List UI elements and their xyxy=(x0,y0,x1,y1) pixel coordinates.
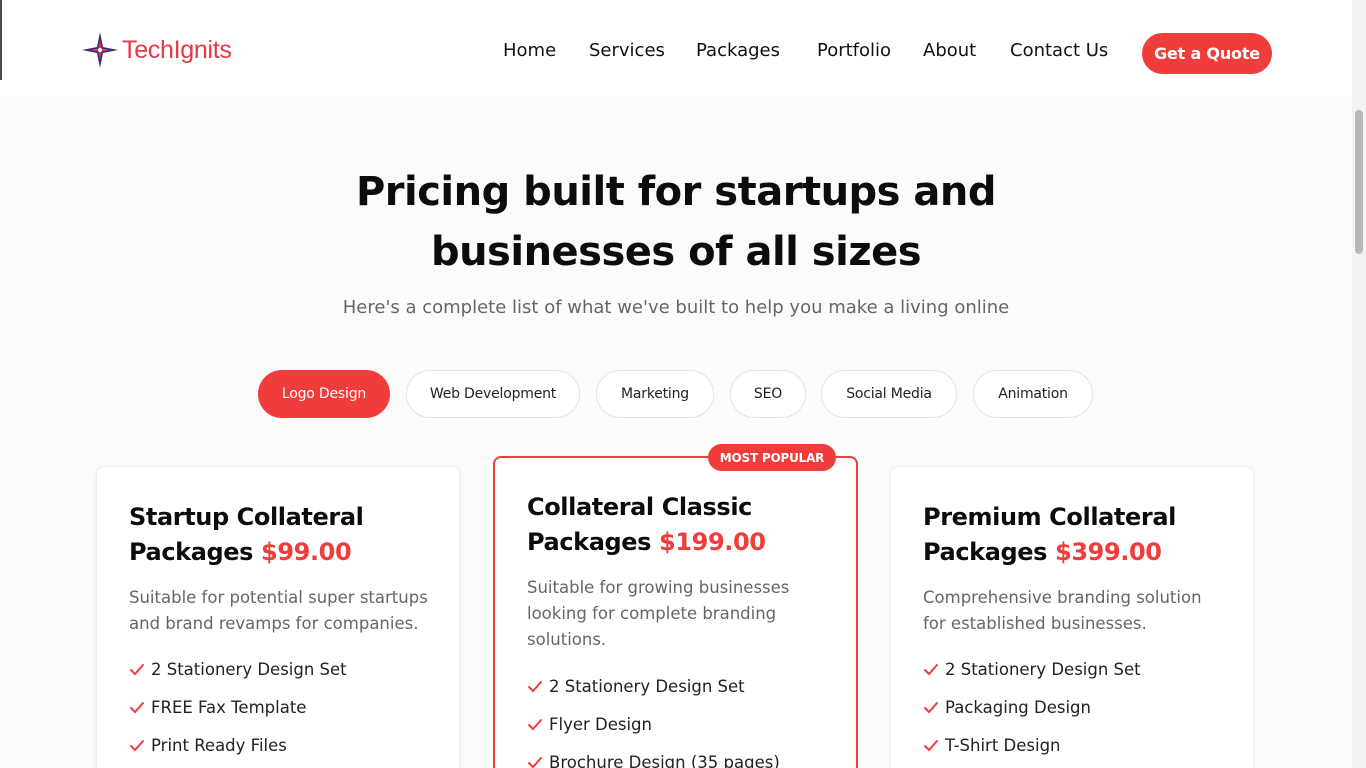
feature-item: Packaging Design xyxy=(923,698,1141,736)
feature-item: 2 Stationery Design Set xyxy=(923,660,1141,698)
page-scrollbar[interactable] xyxy=(1352,0,1366,768)
nav-about[interactable]: About xyxy=(923,40,976,61)
feature-label: Print Ready Files xyxy=(151,736,287,755)
check-icon xyxy=(528,681,542,693)
feature-item: Print Ready Files xyxy=(129,736,347,768)
nav-portfolio[interactable]: Portfolio xyxy=(817,40,891,61)
card-title: Premium Collateral Packages $399.00 xyxy=(923,500,1233,570)
card-title-line-2: Packages xyxy=(129,538,254,566)
tab-animation[interactable]: Animation xyxy=(973,370,1093,418)
check-icon xyxy=(130,702,144,714)
brand-logo[interactable]: TechIgnits xyxy=(80,30,232,70)
card-title-line-1: Startup Collateral xyxy=(129,503,364,531)
tab-seo[interactable]: SEO xyxy=(730,370,806,418)
pricing-card-premium: Premium Collateral Packages $399.00 Comp… xyxy=(890,466,1254,768)
nav-contact-us[interactable]: Contact Us xyxy=(1010,40,1108,61)
feature-label: 2 Stationery Design Set xyxy=(945,660,1141,679)
feature-label: 2 Stationery Design Set xyxy=(151,660,347,679)
card-title-line-2: Packages xyxy=(527,528,652,556)
nav-services[interactable]: Services xyxy=(589,40,665,61)
tab-social-media[interactable]: Social Media xyxy=(821,370,957,418)
card-price: $99.00 xyxy=(261,538,352,566)
feature-label: Flyer Design xyxy=(549,715,652,734)
site-header: TechIgnits Home Services Packages Portfo… xyxy=(0,0,1352,95)
most-popular-badge: MOST POPULAR xyxy=(708,444,836,471)
pricing-card-startup: Startup Collateral Packages $99.00 Suita… xyxy=(96,466,460,768)
card-title-line-1: Premium Collateral xyxy=(923,503,1176,531)
feature-item: 2 Stationery Design Set xyxy=(527,677,780,715)
check-icon xyxy=(130,740,144,752)
card-title: Startup Collateral Packages $99.00 xyxy=(129,500,439,570)
check-icon xyxy=(924,702,938,714)
feature-item: Brochure Design (35 pages) xyxy=(527,753,780,768)
check-icon xyxy=(924,664,938,676)
feature-label: Packaging Design xyxy=(945,698,1091,717)
window-edge xyxy=(0,0,2,80)
nav-home[interactable]: Home xyxy=(503,40,556,61)
feature-list: 2 Stationery Design Set Flyer Design Bro… xyxy=(527,677,780,768)
card-description: Suitable for growing businesses looking … xyxy=(527,578,790,649)
feature-item: FREE Fax Template xyxy=(129,698,347,736)
get-a-quote-button[interactable]: Get a Quote xyxy=(1142,33,1272,74)
feature-list: 2 Stationery Design Set Packaging Design… xyxy=(923,660,1141,768)
tab-web-development[interactable]: Web Development xyxy=(406,370,580,418)
card-title: Collateral Classic Packages $199.00 xyxy=(527,490,837,560)
page-title-line-1: Pricing built for startups and xyxy=(355,169,997,215)
card-description: Comprehensive branding solution for esta… xyxy=(923,588,1202,633)
card-title-line-2: Packages xyxy=(923,538,1048,566)
feature-item: Flyer Design xyxy=(527,715,780,753)
scrollbar-thumb[interactable] xyxy=(1355,110,1363,254)
tab-marketing[interactable]: Marketing xyxy=(596,370,714,418)
check-icon xyxy=(130,664,144,676)
check-icon xyxy=(528,757,542,768)
card-title-line-1: Collateral Classic xyxy=(527,493,752,521)
tab-logo-design[interactable]: Logo Design xyxy=(258,370,390,418)
feature-label: FREE Fax Template xyxy=(151,698,307,717)
feature-label: Brochure Design (35 pages) xyxy=(549,753,780,768)
star-logo-icon xyxy=(82,32,118,68)
brand-name: TechIgnits xyxy=(122,35,232,64)
feature-list: 2 Stationery Design Set FREE Fax Templat… xyxy=(129,660,347,768)
card-description: Suitable for potential super startups an… xyxy=(129,588,428,633)
card-price: $399.00 xyxy=(1055,538,1162,566)
feature-label: T-Shirt Design xyxy=(945,736,1061,755)
page-subtitle: Here's a complete list of what we've bui… xyxy=(342,297,1010,318)
feature-label: 2 Stationery Design Set xyxy=(549,677,745,696)
page-title: Pricing built for startups and businesse… xyxy=(0,162,1352,282)
pricing-card-classic: Collateral Classic Packages $199.00 Suit… xyxy=(493,456,858,768)
check-icon xyxy=(528,719,542,731)
page-title-line-2: businesses of all sizes xyxy=(430,229,922,275)
feature-item: 2 Stationery Design Set xyxy=(129,660,347,698)
nav-packages[interactable]: Packages xyxy=(696,40,780,61)
feature-item: T-Shirt Design xyxy=(923,736,1141,768)
card-price: $199.00 xyxy=(659,528,766,556)
check-icon xyxy=(924,740,938,752)
